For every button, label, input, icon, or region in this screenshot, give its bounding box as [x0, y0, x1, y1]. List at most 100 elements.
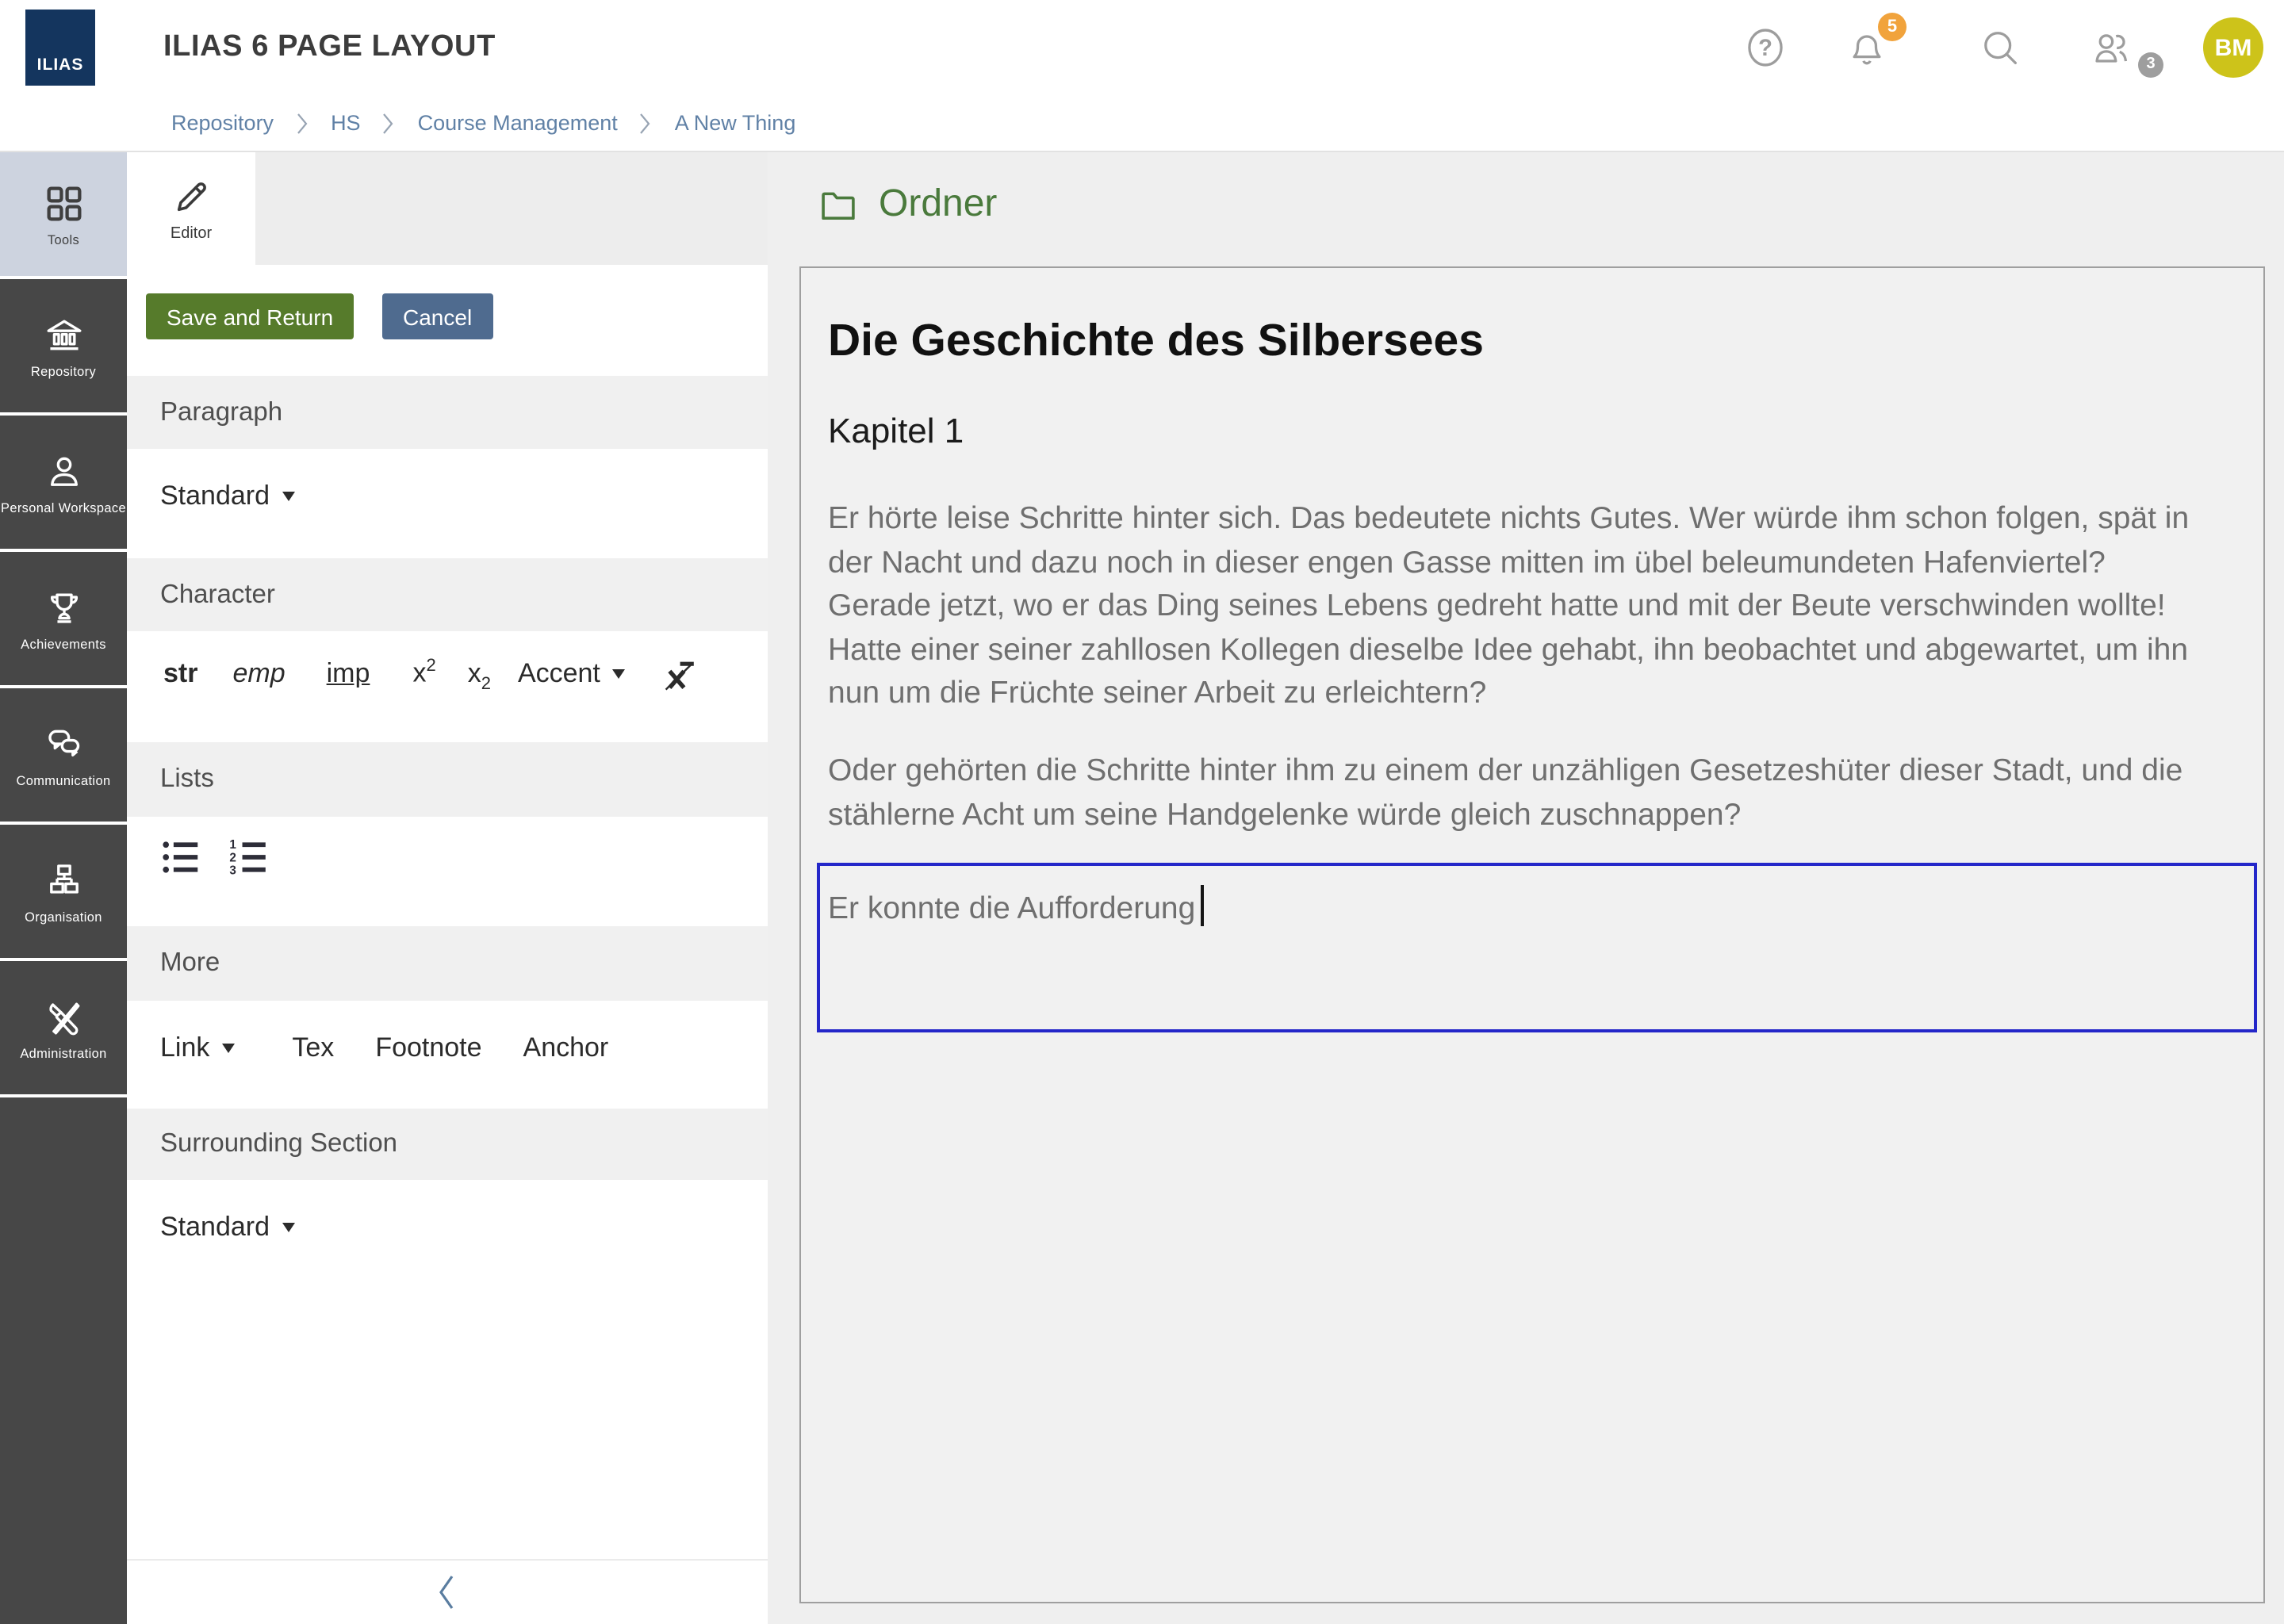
important-button[interactable]: imp	[327, 657, 370, 689]
search-icon[interactable]	[1978, 25, 2022, 70]
breadcrumb-separator-icon	[640, 112, 653, 134]
sidebar-item-label: Communication	[17, 773, 111, 787]
svg-text:1: 1	[229, 838, 236, 852]
sidebar-item-achievements[interactable]: Achievements	[0, 552, 127, 685]
sidebar-item-label: Personal Workspace	[1, 500, 126, 515]
section-more-content: Link Tex Footnote Anchor	[127, 1001, 768, 1109]
editor-pencil-icon	[170, 175, 213, 218]
main-sidebar: Tools Repository Personal Workspace	[0, 152, 127, 1624]
link-dropdown[interactable]: Link	[160, 1032, 235, 1064]
superscript-button[interactable]: x2	[412, 657, 435, 689]
org-chart-icon	[42, 859, 85, 902]
tex-button[interactable]: Tex	[292, 1032, 334, 1064]
section-paragraph-content: Standard	[127, 449, 768, 558]
svg-text:3: 3	[229, 864, 236, 878]
chevron-down-icon	[613, 668, 626, 678]
trophy-icon	[42, 586, 85, 629]
repository-building-icon	[42, 313, 85, 356]
clear-format-button[interactable]	[661, 657, 699, 695]
ilias-page-editor-screen: ILIAS ILIAS 6 PAGE LAYOUT ? 5	[0, 0, 2284, 1624]
edit-text: Er konnte die Aufforderung	[828, 891, 1195, 926]
cancel-button[interactable]: Cancel	[382, 293, 492, 339]
section-lists-content: 1 2 3	[127, 817, 768, 926]
sidebar-item-organisation[interactable]: Organisation	[0, 825, 127, 958]
sidebar-filler	[0, 1097, 127, 1624]
sidebar-item-label: Tools	[48, 232, 79, 247]
tab-editor-label: Editor	[171, 224, 212, 242]
save-and-return-button[interactable]: Save and Return	[146, 293, 354, 339]
contacts-badge: 3	[2138, 52, 2163, 78]
paragraph-style-value: Standard	[160, 481, 270, 512]
page-heading[interactable]: Die Geschichte des Silbersees	[828, 316, 2200, 368]
numbered-list-icon: 1 2 3	[228, 836, 271, 879]
tab-editor[interactable]: Editor	[127, 152, 255, 265]
section-lists-header: Lists	[127, 742, 768, 817]
bullet-list-icon	[160, 836, 203, 879]
chapter-heading[interactable]: Kapitel 1	[828, 411, 2200, 452]
sidebar-item-label: Repository	[31, 364, 96, 378]
subscript-button[interactable]: x2	[468, 657, 491, 693]
sidebar-item-administration[interactable]: Administration	[0, 961, 127, 1094]
paragraph-component[interactable]: Er hörte leise Schritte hinter sich. Das…	[828, 498, 2202, 717]
breadcrumb: Repository HS Course Management A New Th…	[0, 95, 2284, 152]
crossed-tools-icon	[42, 995, 85, 1038]
collapse-chevron-icon	[435, 1572, 460, 1613]
sidebar-item-tools[interactable]: Tools	[0, 152, 127, 276]
paragraph-component[interactable]: Oder gehörten die Schritte hinter ihm zu…	[828, 750, 2202, 837]
editor-actions: Save and Return Cancel	[127, 265, 768, 376]
chat-bubbles-icon	[42, 722, 85, 765]
clear-format-icon	[661, 657, 699, 695]
active-paragraph-edit-area[interactable]: Er konnte die Aufforderung	[817, 863, 2257, 1032]
paragraph-style-dropdown[interactable]: Standard	[160, 481, 295, 512]
contacts-icon[interactable]	[2089, 25, 2133, 70]
breadcrumb-a-new-thing[interactable]: A New Thing	[675, 111, 796, 135]
user-avatar[interactable]: BM	[2203, 17, 2263, 78]
grid-icon	[42, 182, 85, 224]
section-character-content: str emp imp x2 x2 Accent	[127, 631, 768, 742]
collapse-panel-button[interactable]	[127, 1559, 768, 1624]
editor-tab-row: Editor	[127, 152, 768, 265]
page-editor-canvas: Die Geschichte des Silbersees Kapitel 1 …	[799, 266, 2265, 1603]
sidebar-item-communication[interactable]: Communication	[0, 688, 127, 822]
numbered-list-button[interactable]: 1 2 3	[228, 836, 271, 879]
strong-button[interactable]: str	[163, 657, 197, 689]
chevron-down-icon	[282, 492, 295, 501]
section-more-header: More	[127, 926, 768, 1001]
section-surrounding-content: Standard	[127, 1180, 768, 1559]
sidebar-item-repository[interactable]: Repository	[0, 279, 127, 412]
footnote-button[interactable]: Footnote	[375, 1032, 481, 1064]
folder-icon	[817, 183, 860, 226]
breadcrumb-hs[interactable]: HS	[331, 111, 361, 135]
content-area: Ordner Die Geschichte des Silbersees Kap…	[768, 152, 2284, 1624]
breadcrumb-separator-icon	[383, 112, 396, 134]
text-cursor	[1200, 885, 1203, 926]
surrounding-style-dropdown[interactable]: Standard	[160, 1212, 295, 1243]
sidebar-item-personal-workspace[interactable]: Personal Workspace	[0, 416, 127, 549]
svg-text:2: 2	[229, 851, 236, 864]
surrounding-style-value: Standard	[160, 1212, 270, 1243]
page-title: ILIAS 6 PAGE LAYOUT	[163, 0, 496, 95]
sidebar-item-label: Organisation	[25, 910, 102, 924]
sidebar-item-label: Administration	[20, 1046, 106, 1060]
section-paragraph-header: Paragraph	[127, 376, 768, 449]
breadcrumb-separator-icon	[296, 112, 308, 134]
emphasis-button[interactable]: emp	[232, 657, 285, 689]
anchor-button[interactable]: Anchor	[523, 1032, 609, 1064]
breadcrumb-repository[interactable]: Repository	[171, 111, 274, 135]
accent-dropdown[interactable]: Accent	[518, 657, 626, 689]
editor-slate: Editor Save and Return Cancel Paragraph …	[127, 152, 768, 1624]
ilias-logo[interactable]: ILIAS	[25, 10, 95, 86]
notifications-badge: 5	[1878, 13, 1907, 41]
breadcrumb-course-management[interactable]: Course Management	[418, 111, 618, 135]
svg-text:?: ?	[1758, 36, 1772, 61]
top-bar: ILIAS ILIAS 6 PAGE LAYOUT ? 5	[0, 0, 2284, 95]
object-title: Ordner	[879, 182, 997, 227]
person-icon	[42, 450, 85, 492]
section-character-header: Character	[127, 558, 768, 631]
help-icon[interactable]: ?	[1743, 25, 1788, 70]
section-surrounding-header: Surrounding Section	[127, 1109, 768, 1180]
chevron-down-icon	[282, 1223, 295, 1232]
bullet-list-button[interactable]	[160, 836, 203, 879]
chevron-down-icon	[222, 1044, 235, 1053]
object-header: Ordner	[817, 182, 997, 227]
